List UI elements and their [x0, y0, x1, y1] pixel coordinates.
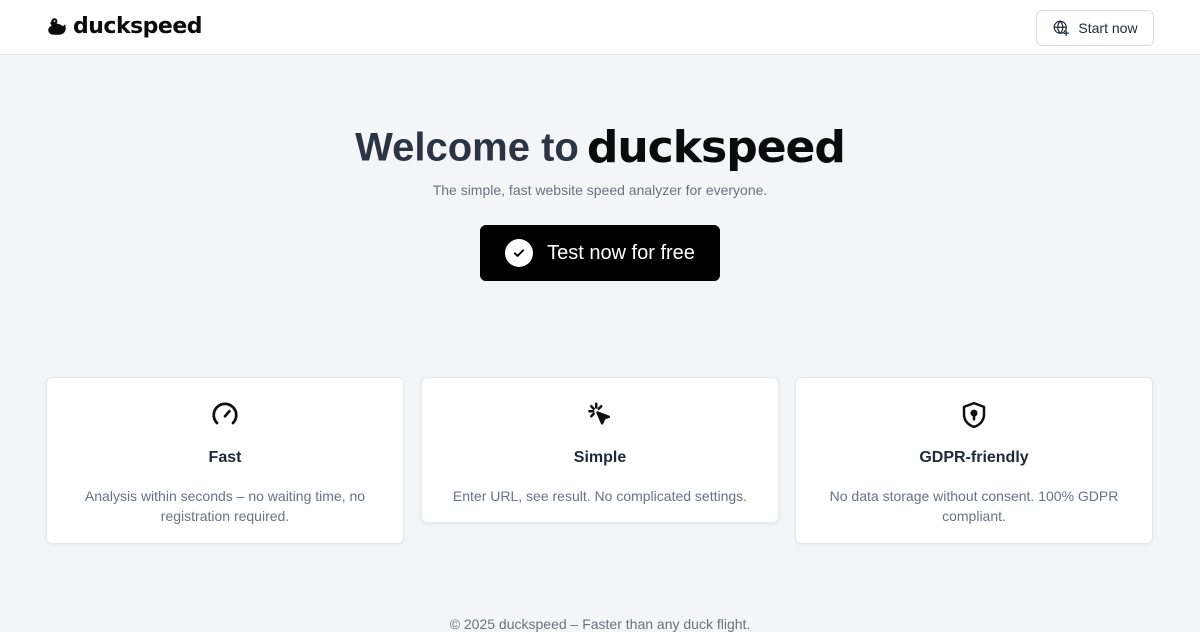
shield-lock-icon	[962, 401, 986, 429]
feature-title: Simple	[573, 449, 627, 466]
feature-description: Analysis within seconds – no waiting tim…	[84, 488, 366, 524]
feature-description: No data storage without consent. 100% GD…	[829, 488, 1119, 524]
feature-card-fast: Fast Analysis within seconds – no waitin…	[46, 377, 404, 544]
duck-logo-icon	[48, 18, 66, 35]
test-now-button[interactable]: Test now for free	[480, 225, 720, 281]
hero-title: Welcome to duckspeed	[0, 118, 1200, 175]
feature-title: Fast	[208, 449, 242, 466]
feature-title: GDPR-friendly	[919, 449, 1029, 466]
test-now-label: Test now for free	[547, 241, 695, 264]
hero-title-brand: duckspeed	[586, 121, 846, 173]
brand-logo[interactable]: duckspeed	[46, 14, 203, 40]
feature-card-gdpr: GDPR-friendly No data storage without co…	[795, 377, 1153, 544]
click-pointer-icon	[588, 402, 610, 425]
hero-subtitle: The simple, fast website speed analyzer …	[432, 182, 768, 198]
feature-card-simple: Simple Enter URL, see result. No complic…	[421, 377, 779, 523]
start-now-label: Start now	[1078, 20, 1138, 36]
check-circle-icon	[505, 239, 534, 267]
top-navigation-bar: duckspeed Start now	[0, 0, 1200, 55]
hero-title-prefix: Welcome to	[355, 125, 579, 170]
speedometer-icon	[212, 402, 238, 425]
globe-plus-icon	[1054, 20, 1070, 37]
start-now-button[interactable]: Start now	[1036, 10, 1154, 46]
brand-name: duckspeed	[73, 14, 203, 39]
feature-description: Enter URL, see result. No complicated se…	[452, 488, 748, 504]
